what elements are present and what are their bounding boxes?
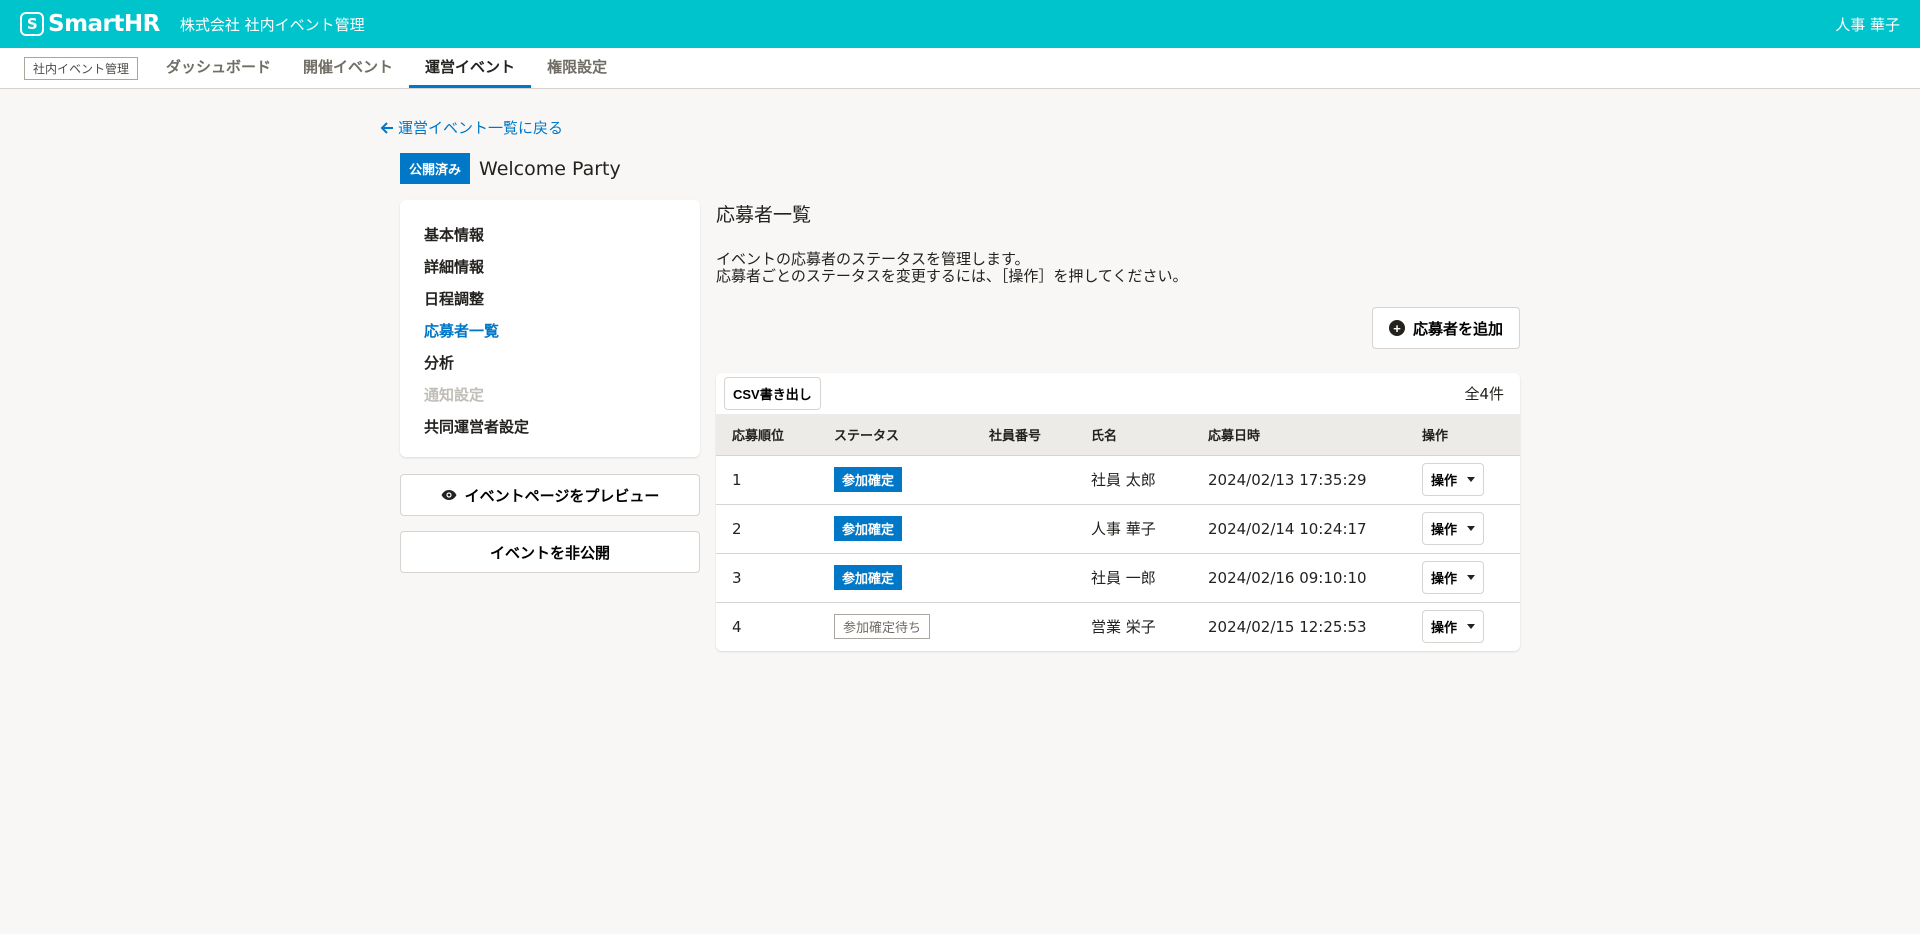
add-applicant-label: 応募者を追加 <box>1412 320 1503 338</box>
status-badge-confirmed: 参加確定 <box>834 516 903 541</box>
cell-applied-at: 2024/02/13 17:35:29 <box>1208 470 1367 489</box>
company-name: 株式会社 社内イベント管理 <box>179 15 365 34</box>
cell-name: 社員 一郎 <box>1091 569 1156 587</box>
row-action-dropdown[interactable]: 操作 <box>1422 561 1485 594</box>
column-header-name: 氏名 <box>1091 428 1118 444</box>
applicants-table: 応募順位 ステータス 社員番号 氏名 応募日時 操作 1 参加確定 社員 太郎 <box>716 414 1520 651</box>
sidebar-item-notifications: 通知設定 <box>424 385 485 404</box>
smarthr-logo[interactable]: S SmartHR <box>20 11 160 37</box>
arrow-left-icon <box>380 121 393 134</box>
action-label: 操作 <box>1431 620 1458 636</box>
table-row: 3 参加確定 社員 一郎 2024/02/16 09:10:10 操作 <box>716 553 1520 602</box>
cell-employee-number <box>973 553 1075 602</box>
cell-name: 社員 太郎 <box>1091 471 1156 489</box>
applicants-table-card: CSV書き出し 全4件 応募順位 ステータス 社員番号 氏名 応募日時 操作 1… <box>716 373 1520 651</box>
cell-employee-number <box>973 504 1075 553</box>
cell-employee-number <box>973 455 1075 504</box>
nav-held-events[interactable]: 開催イベント <box>287 48 409 88</box>
action-label: 操作 <box>1431 473 1458 488</box>
column-header-employee-number: 社員番号 <box>989 428 1042 444</box>
back-link-label: 運営イベント一覧に戻る <box>398 119 564 137</box>
status-badge-pending: 参加確定待ち <box>834 614 931 640</box>
total-count: 全4件 <box>1464 385 1504 403</box>
status-badge-confirmed: 参加確定 <box>834 467 903 492</box>
cell-rank: 1 <box>732 470 742 489</box>
smarthr-logo-icon: S <box>20 12 44 36</box>
app-navigation: 社内イベント管理 ダッシュボード 開催イベント 運営イベント 権限設定 <box>0 48 1920 89</box>
section-title: 応募者一覧 <box>716 204 812 226</box>
caret-down-icon <box>1467 526 1476 531</box>
cell-employee-number <box>973 602 1075 651</box>
status-badge-confirmed: 参加確定 <box>834 565 903 590</box>
description-line-1: イベントの応募者のステータスを管理します。 <box>716 250 1030 268</box>
cell-applied-at: 2024/02/15 12:25:53 <box>1208 617 1367 636</box>
logo-text: SmartHR <box>48 11 160 37</box>
description-line-2: 応募者ごとのステータスを変更するには、［操作］を押してください。 <box>716 267 1188 285</box>
sidebar-item-applicants[interactable]: 応募者一覧 <box>424 314 676 346</box>
action-label: 操作 <box>1431 522 1458 537</box>
sidebar-item-basic-info[interactable]: 基本情報 <box>424 218 676 250</box>
sidebar-item-analytics[interactable]: 分析 <box>424 346 676 378</box>
eye-icon <box>441 490 457 500</box>
top-header: S SmartHR 株式会社 社内イベント管理 人事 華子 <box>0 0 1920 48</box>
column-header-status: ステータス <box>834 428 900 444</box>
nav-managed-events[interactable]: 運営イベント <box>409 48 532 88</box>
unpublish-event-button[interactable]: イベントを非公開 <box>400 531 700 573</box>
cell-name: 人事 華子 <box>1091 520 1156 538</box>
preview-button-label: イベントページをプレビュー <box>464 487 660 505</box>
sidebar-item-schedule[interactable]: 日程調整 <box>424 282 676 314</box>
sidebar-item-co-organizers[interactable]: 共同運営者設定 <box>424 410 676 442</box>
preview-event-button[interactable]: イベントページをプレビュー <box>400 474 700 516</box>
nav-dashboard[interactable]: ダッシュボード <box>150 48 287 88</box>
section-description: イベントの応募者のステータスを管理します。 応募者ごとのステータスを変更するには… <box>716 251 1520 285</box>
back-link[interactable]: 運営イベント一覧に戻る <box>380 117 563 138</box>
table-row: 4 参加確定待ち 営業 栄子 2024/02/15 12:25:53 操作 <box>716 602 1520 651</box>
plus-circle-icon: + <box>1388 320 1405 336</box>
caret-down-icon <box>1467 477 1476 482</box>
row-action-dropdown[interactable]: 操作 <box>1422 463 1485 496</box>
page-title: Welcome Party <box>479 157 621 180</box>
cell-rank: 3 <box>732 568 742 587</box>
caret-down-icon <box>1467 624 1476 630</box>
column-header-rank: 応募順位 <box>732 428 785 444</box>
event-header: 公開済み Welcome Party <box>400 153 621 184</box>
user-menu[interactable]: 人事 華子 <box>1835 14 1900 35</box>
caret-down-icon <box>1467 575 1476 580</box>
status-badge: 公開済み <box>400 153 471 184</box>
table-toolbar: CSV書き出し 全4件 <box>716 373 1520 414</box>
sidebar-item-detail-info[interactable]: 詳細情報 <box>424 250 676 282</box>
cell-applied-at: 2024/02/16 09:10:10 <box>1208 568 1367 587</box>
cell-rank: 2 <box>732 519 742 538</box>
page-content: 運営イベント一覧に戻る 公開済み Welcome Party 基本情報 詳細情報… <box>0 89 1920 934</box>
row-action-dropdown[interactable]: 操作 <box>1422 610 1485 644</box>
nav-permissions[interactable]: 権限設定 <box>531 48 623 88</box>
add-row: + 応募者を追加 <box>716 307 1520 349</box>
cell-rank: 4 <box>732 617 742 636</box>
table-header-row: 応募順位 ステータス 社員番号 氏名 応募日時 操作 <box>716 414 1520 455</box>
cell-applied-at: 2024/02/14 10:24:17 <box>1208 519 1367 538</box>
applicants-section: 応募者一覧 イベントの応募者のステータスを管理します。 応募者ごとのステータスを… <box>716 200 1520 651</box>
action-label: 操作 <box>1431 571 1458 586</box>
table-row: 1 参加確定 社員 太郎 2024/02/13 17:35:29 操作 <box>716 455 1520 504</box>
cell-name: 営業 栄子 <box>1091 618 1156 637</box>
column-header-applied-at: 応募日時 <box>1208 428 1261 444</box>
column-header-actions: 操作 <box>1422 428 1449 444</box>
table-row: 2 参加確定 人事 華子 2024/02/14 10:24:17 操作 <box>716 504 1520 553</box>
row-action-dropdown[interactable]: 操作 <box>1422 512 1485 545</box>
event-sidebar: 基本情報 詳細情報 日程調整 応募者一覧 分析 通知設定 共同運営者設定 <box>400 200 700 457</box>
csv-export-button[interactable]: CSV書き出し <box>724 377 821 410</box>
add-applicant-button[interactable]: + 応募者を追加 <box>1371 307 1520 349</box>
app-name-badge: 社内イベント管理 <box>24 56 139 80</box>
